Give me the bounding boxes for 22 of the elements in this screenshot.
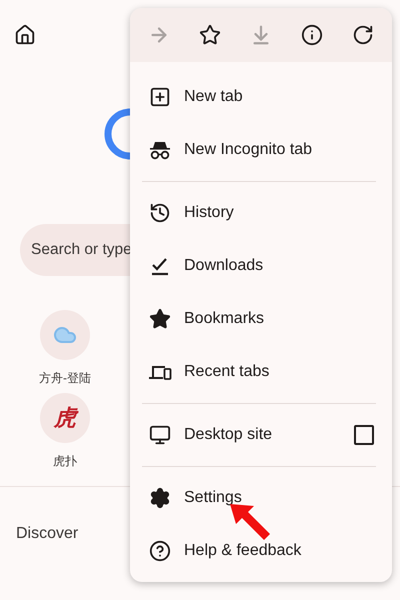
help-icon (148, 538, 172, 562)
shortcut-tile[interactable]: 虎 虎扑 (30, 393, 100, 470)
shortcut-tile[interactable]: 方舟-登陆 (30, 310, 100, 387)
star-icon (148, 306, 172, 330)
menu-item[interactable]: Bookmarks (130, 292, 392, 345)
logo-icon (104, 108, 130, 160)
menu-item[interactable]: New tab (130, 70, 392, 123)
reload-icon (352, 24, 374, 46)
discover-heading: Discover (16, 525, 80, 543)
shortcut-glyph: 虎 (54, 403, 76, 433)
menu-item[interactable]: New Incognito tab (130, 123, 392, 176)
info-icon (300, 24, 323, 46)
menu-item[interactable]: Desktop site (130, 408, 392, 461)
shortcut-label: 虎扑 (53, 453, 77, 470)
menu-item[interactable]: Help & feedback (130, 524, 392, 577)
star-icon (199, 24, 222, 46)
settings-icon (148, 486, 172, 510)
checkbox[interactable] (354, 424, 374, 444)
menu-item[interactable]: History (130, 186, 392, 239)
menu-item[interactable]: Downloads (130, 239, 392, 292)
menu-item[interactable]: Recent tabs (130, 345, 392, 398)
shortcut-label: 方舟-登陆 (39, 370, 91, 387)
